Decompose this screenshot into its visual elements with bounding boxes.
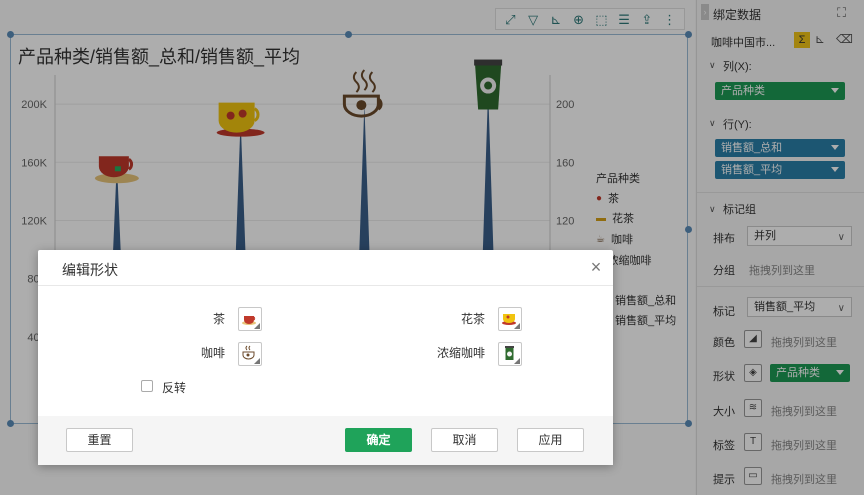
apply-button[interactable]: 应用 — [517, 428, 584, 452]
shape-item-label: 花茶 — [460, 312, 485, 326]
shape-item-label: 咖啡 — [200, 346, 225, 360]
cancel-button[interactable]: 取消 — [431, 428, 498, 452]
corner-marker — [254, 323, 260, 329]
dialog-body: 茶 花茶 咖啡 浓缩咖啡 反转 — [38, 286, 613, 414]
shape-item-label: 茶 — [212, 312, 225, 326]
close-icon[interactable]: × — [588, 258, 604, 276]
shape-picker-button[interactable] — [238, 342, 262, 366]
dialog-footer: 重置 确定 取消 应用 — [38, 416, 613, 465]
dialog-header: 编辑形状 × — [38, 250, 613, 286]
dialog-title: 编辑形状 — [62, 262, 118, 278]
shape-picker-button[interactable] — [498, 342, 522, 366]
ok-button[interactable]: 确定 — [345, 428, 412, 452]
corner-marker — [514, 358, 520, 364]
reset-button[interactable]: 重置 — [66, 428, 133, 452]
shape-picker-button[interactable] — [498, 307, 522, 331]
shape-item-label: 浓缩咖啡 — [436, 346, 485, 360]
reverse-label: 反转 — [162, 381, 187, 395]
corner-marker — [254, 358, 260, 364]
corner-marker — [514, 323, 520, 329]
shape-picker-button[interactable] — [238, 307, 262, 331]
edit-shape-dialog: 编辑形状 × 茶 花茶 咖啡 浓缩咖啡 反转 重置 确定 取消 应用 — [38, 250, 613, 465]
reverse-checkbox[interactable] — [141, 380, 153, 392]
